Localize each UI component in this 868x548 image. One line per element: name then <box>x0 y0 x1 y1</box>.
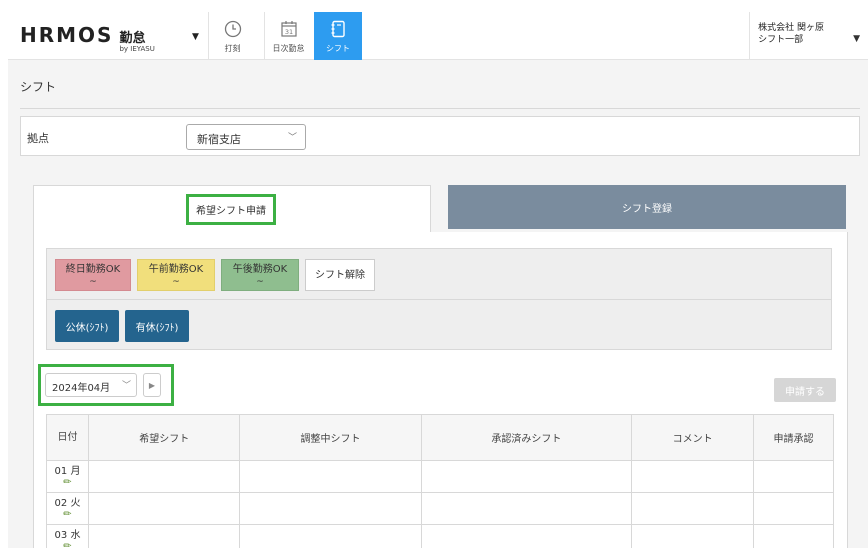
approved-shift-cell <box>420 460 633 493</box>
table-row: 03 水 ✏ <box>46 524 834 548</box>
table-row: 01 月 ✏ <box>46 460 834 493</box>
logo-sub: 勤怠 by IEYASU <box>119 32 154 53</box>
shift-type-palette: 終日勤務OK ~ 午前勤務OK ~ 午後勤務OK ~ シフト解除 <box>46 248 832 300</box>
am-ok-tilde: ~ <box>172 277 180 287</box>
pm-ok-label: 午後勤務OK <box>232 264 288 275</box>
table-header-row: 日付 希望シフト 調整中シフト 承認済みシフト コメント 申請承認 <box>46 414 834 461</box>
location-label: 拠点 <box>27 132 49 145</box>
clear-shift-button[interactable]: シフト解除 <box>305 259 375 291</box>
col-date: 日付 <box>46 414 89 461</box>
desired-shift-cell[interactable] <box>87 492 241 525</box>
product-menu-caret-icon[interactable]: ▼ <box>192 32 199 42</box>
adjusting-shift-cell <box>239 460 422 493</box>
pencil-icon[interactable]: ✏ <box>47 509 88 520</box>
col-comment: コメント <box>631 414 754 461</box>
account-menu-caret-icon[interactable]: ▼ <box>853 34 860 44</box>
location-select-value: 新宿支店 <box>197 133 241 146</box>
allday-ok-label: 終日勤務OK <box>65 264 121 275</box>
tab-shift-request-label: 希望シフト申請 <box>186 194 276 225</box>
apply-button[interactable]: 申請する <box>774 378 836 402</box>
month-select[interactable]: 2024年04月 ﹀ <box>45 373 137 397</box>
logo-text: HRMOS <box>20 23 114 47</box>
public-holiday-label: 公休(ｼﾌﾄ) <box>65 322 109 334</box>
date-label: 03 水 <box>54 529 81 541</box>
paid-leave-button[interactable]: 有休(ｼﾌﾄ) <box>125 310 189 342</box>
play-right-icon: ▶ <box>148 380 156 390</box>
month-select-value: 2024年04月 <box>52 383 111 394</box>
tab-shift-request[interactable]: 希望シフト申請 <box>33 185 431 233</box>
pm-ok-button[interactable]: 午後勤務OK ~ <box>221 259 299 291</box>
col-adjusting-shift: 調整中シフト <box>239 414 422 461</box>
calendar-day: 31 <box>284 28 292 36</box>
paid-leave-label: 有休(ｼﾌﾄ) <box>135 322 179 334</box>
shift-request-panel: 終日勤務OK ~ 午前勤務OK ~ 午後勤務OK ~ シフト解除 公休(ｼﾌﾄ)… <box>33 232 848 548</box>
comment-cell[interactable] <box>631 492 754 525</box>
clear-shift-label: シフト解除 <box>315 270 365 281</box>
company-divider <box>749 12 750 60</box>
company-name: 株式会社 関ヶ原 <box>758 23 824 33</box>
page-title: シフト <box>20 80 57 94</box>
next-month-button[interactable]: ▶ <box>143 373 161 397</box>
col-desired-shift: 希望シフト <box>87 414 241 461</box>
nav-shift[interactable]: シフト <box>314 12 362 60</box>
logo-by: by IEYASU <box>119 45 155 53</box>
shift-table: 日付 希望シフト 調整中シフト 承認済みシフト コメント 申請承認 01 月 ✏ <box>46 414 834 548</box>
top-header: HRMOS 勤怠 by IEYASU ▼ 打刻 31 日次勤怠 シフト 株式会社… <box>8 12 868 60</box>
company-info[interactable]: 株式会社 関ヶ原 シフト一部 <box>758 22 824 46</box>
approval-cell <box>753 492 834 525</box>
nav-punch-label: 打刻 <box>224 43 241 53</box>
tab-shift-registration[interactable]: シフト登録 <box>448 185 846 229</box>
approval-cell <box>753 524 834 548</box>
app-logo[interactable]: HRMOS 勤怠 by IEYASU <box>20 23 155 53</box>
col-approval: 申請承認 <box>753 414 834 461</box>
pencil-icon[interactable]: ✏ <box>47 541 88 548</box>
pencil-icon[interactable]: ✏ <box>47 477 88 488</box>
comment-cell[interactable] <box>631 460 754 493</box>
apply-button-label: 申請する <box>785 386 825 398</box>
date-cell[interactable]: 03 水 ✏ <box>46 524 89 548</box>
company-department: シフト一部 <box>758 35 804 45</box>
nav-shift-label: シフト <box>326 43 350 53</box>
desired-shift-cell[interactable] <box>87 460 241 493</box>
comment-cell[interactable] <box>631 524 754 548</box>
notebook-icon <box>328 19 348 39</box>
tab-shift-registration-label: シフト登録 <box>622 203 672 215</box>
am-ok-button[interactable]: 午前勤務OK ~ <box>137 259 215 291</box>
approved-shift-cell <box>420 524 633 548</box>
adjusting-shift-cell <box>239 524 422 548</box>
chevron-down-icon: ﹀ <box>287 133 297 143</box>
nav-daily-label: 日次勤怠 <box>272 43 305 53</box>
logo-kintai: 勤怠 <box>119 31 146 46</box>
calendar-icon: 31 <box>279 19 299 39</box>
month-selector: 2024年04月 ﹀ ▶ <box>38 364 174 406</box>
allday-ok-tilde: ~ <box>89 277 97 287</box>
holiday-palette: 公休(ｼﾌﾄ) 有休(ｼﾌﾄ) <box>46 300 832 350</box>
nav-punch[interactable]: 打刻 <box>208 12 256 60</box>
public-holiday-button[interactable]: 公休(ｼﾌﾄ) <box>55 310 119 342</box>
location-select[interactable]: 新宿支店 ﹀ <box>186 124 306 150</box>
date-label: 02 火 <box>54 497 81 509</box>
chevron-down-icon: ﹀ <box>121 381 131 391</box>
am-ok-label: 午前勤務OK <box>148 264 204 275</box>
allday-ok-button[interactable]: 終日勤務OK ~ <box>55 259 131 291</box>
location-row: 拠点 新宿支店 ﹀ <box>20 116 860 156</box>
date-label: 01 月 <box>54 465 81 477</box>
col-approved-shift: 承認済みシフト <box>420 414 633 461</box>
table-row: 02 火 ✏ <box>46 492 834 525</box>
app-frame: HRMOS 勤怠 by IEYASU ▼ 打刻 31 日次勤怠 シフト 株式会社… <box>8 12 868 548</box>
date-cell[interactable]: 02 火 ✏ <box>46 492 89 525</box>
date-cell[interactable]: 01 月 ✏ <box>46 460 89 493</box>
adjusting-shift-cell <box>239 492 422 525</box>
desired-shift-cell[interactable] <box>87 524 241 548</box>
approved-shift-cell <box>420 492 633 525</box>
title-divider <box>20 108 860 109</box>
clock-icon <box>223 19 243 39</box>
nav-daily-attendance[interactable]: 31 日次勤怠 <box>264 12 312 60</box>
pm-ok-tilde: ~ <box>256 277 264 287</box>
approval-cell <box>753 460 834 493</box>
